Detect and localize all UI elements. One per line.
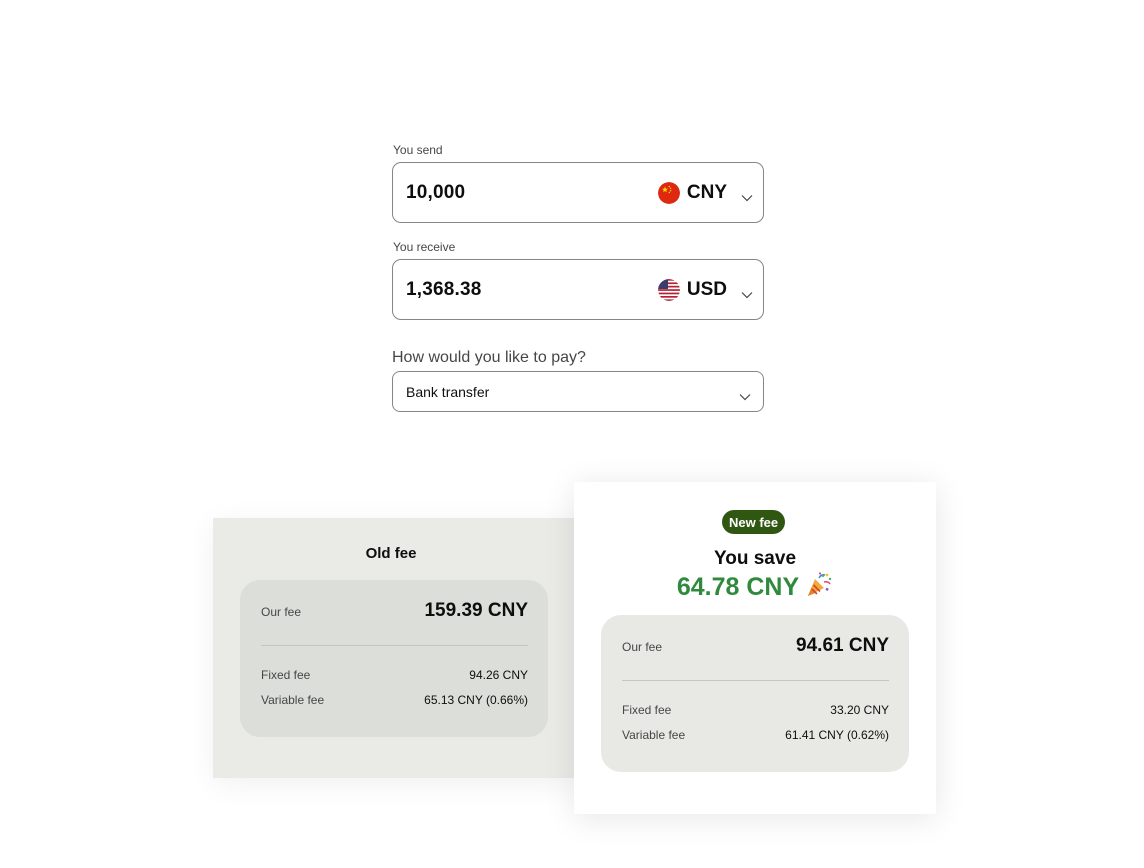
send-amount-field[interactable]: 10,000 CNY <box>392 162 764 223</box>
china-flag-icon <box>657 181 680 204</box>
new-fixed-fee-label: Fixed fee <box>622 703 672 717</box>
send-label: You send <box>393 143 443 157</box>
new-variable-fee-label: Variable fee <box>622 728 686 742</box>
old-our-fee-label: Our fee <box>261 605 302 619</box>
fee-comparison-page: You send 10,000 CNY You receive 1,368.38 <box>0 0 1144 868</box>
send-amount-input[interactable]: 10,000 <box>406 163 465 222</box>
divider <box>622 680 889 681</box>
old-our-fee-row: Our fee 159.39 CNY <box>261 600 528 622</box>
old-fee-card: Old fee Our fee 159.39 CNY Fixed fee 94.… <box>213 518 575 778</box>
old-variable-fee-row: Variable fee 65.13 CNY (0.66%) <box>261 693 528 707</box>
new-fee-breakdown: Our fee 94.61 CNY Fixed fee 33.20 CNY Va… <box>601 615 909 772</box>
new-fixed-fee-value: 33.20 CNY <box>830 703 889 717</box>
divider <box>261 645 528 646</box>
new-variable-fee-value: 61.41 CNY (0.62%) <box>785 728 889 742</box>
receive-currency-code: USD <box>686 278 727 300</box>
old-fixed-fee-label: Fixed fee <box>261 668 311 682</box>
receive-amount-field[interactable]: 1,368.38 USD <box>392 259 764 320</box>
new-our-fee-row: Our fee 94.61 CNY <box>622 635 889 657</box>
savings-amount-value: 64.78 CNY <box>676 573 800 601</box>
chevron-down-icon <box>739 388 751 401</box>
you-save-label: You save <box>713 548 797 569</box>
receive-label: You receive <box>393 240 456 254</box>
new-fixed-fee-row: Fixed fee 33.20 CNY <box>622 703 889 717</box>
new-fee-card: New fee You save 64.78 CNY Our fee 94.61… <box>574 482 936 814</box>
payment-method-select[interactable]: Bank transfer <box>392 371 764 412</box>
savings-amount: 64.78 CNY <box>574 570 936 602</box>
payment-method-value: Bank transfer <box>406 383 490 400</box>
old-fee-breakdown: Our fee 159.39 CNY Fixed fee 94.26 CNY V… <box>240 580 548 737</box>
party-popper-icon <box>805 570 833 598</box>
old-variable-fee-value: 65.13 CNY (0.66%) <box>424 693 528 707</box>
receive-amount-input[interactable]: 1,368.38 <box>406 260 482 319</box>
send-currency-select[interactable]: CNY <box>657 163 753 222</box>
old-fee-title: Old fee <box>365 545 417 562</box>
old-our-fee-value: 159.39 CNY <box>424 600 528 621</box>
chevron-down-icon <box>741 189 753 201</box>
old-fixed-fee-row: Fixed fee 94.26 CNY <box>261 668 528 682</box>
usa-flag-icon <box>657 278 680 301</box>
new-our-fee-value: 94.61 CNY <box>796 635 889 656</box>
chevron-down-icon <box>741 286 753 298</box>
send-currency-code: CNY <box>686 181 727 203</box>
old-variable-fee-label: Variable fee <box>261 693 325 707</box>
receive-currency-select[interactable]: USD <box>657 260 753 319</box>
new-fee-badge: New fee <box>722 510 786 534</box>
payment-method-label: How would you like to pay? <box>392 349 586 366</box>
new-variable-fee-row: Variable fee 61.41 CNY (0.62%) <box>622 728 889 742</box>
new-our-fee-label: Our fee <box>622 640 663 654</box>
old-fixed-fee-value: 94.26 CNY <box>469 668 528 682</box>
